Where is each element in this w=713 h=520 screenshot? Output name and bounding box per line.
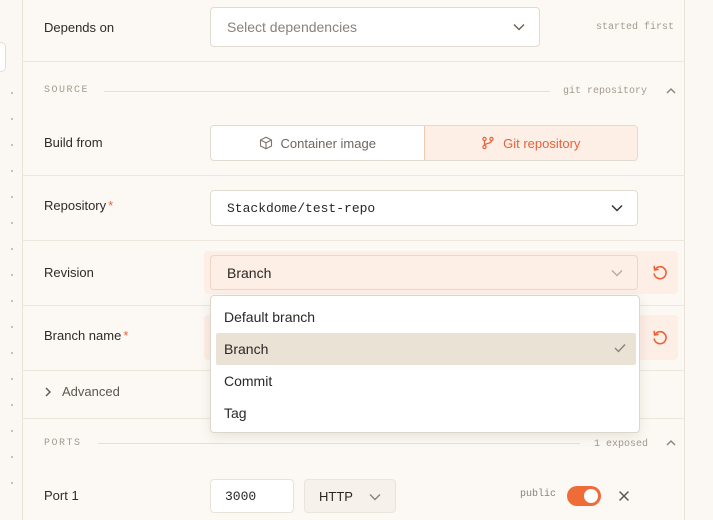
gutter-dot [11, 144, 13, 146]
gutter-dot [11, 378, 13, 380]
repository-value: Stackdome/test-repo [227, 200, 376, 216]
chevron-up-icon[interactable] [665, 85, 677, 97]
ports-section-hint: 1 exposed [594, 439, 649, 450]
gutter-dot [11, 248, 13, 250]
gutter-dot [11, 196, 13, 198]
gutter-dot [11, 352, 13, 354]
gutter-dot [11, 482, 13, 484]
gutter-dot [11, 222, 13, 224]
chevron-down-icon [513, 23, 525, 31]
gutter-dot [11, 170, 13, 172]
dropdown-option-label: Branch [224, 341, 269, 357]
gutter-dot [11, 404, 13, 406]
gutter-dot [11, 274, 13, 276]
revision-select[interactable]: Branch [210, 255, 638, 290]
chevron-right-icon [45, 387, 51, 396]
git-repository-option[interactable]: Git repository [423, 126, 637, 160]
advanced-label: Advanced [62, 384, 120, 399]
source-section-title: SOURCE [44, 85, 90, 96]
reset-icon[interactable] [651, 264, 669, 282]
source-section-hint: git repository [563, 86, 648, 97]
container-image-option[interactable]: Container image [211, 126, 424, 160]
port-1-label: Port 1 [44, 488, 79, 503]
reset-icon[interactable] [651, 329, 669, 347]
build-from-segmented-control: Container image Git repository [210, 125, 638, 161]
required-marker: * [108, 198, 114, 213]
ports-section-title: PORTS [44, 438, 82, 449]
required-marker: * [123, 328, 129, 343]
gutter-dot [11, 118, 13, 120]
branch-name-label: Branch name * [44, 328, 128, 343]
protocol-value: HTTP [319, 488, 353, 504]
protocol-select[interactable]: HTTP [304, 479, 396, 513]
public-label: public [520, 489, 557, 500]
divider [22, 175, 685, 176]
git-branch-icon [482, 136, 494, 150]
gutter-dot [11, 430, 13, 432]
gutter-dot [11, 300, 13, 302]
dropdown-option-commit[interactable]: Commit [216, 365, 636, 397]
gutter-dot [11, 456, 13, 458]
depends-on-hint: started first [596, 22, 675, 33]
dependencies-placeholder: Select dependencies [227, 19, 357, 35]
revision-label: Revision [44, 265, 94, 280]
section-line [98, 443, 580, 444]
advanced-toggle[interactable]: Advanced [44, 384, 120, 399]
box-icon [259, 136, 272, 150]
divider [22, 61, 685, 62]
port-number-value: 3000 [225, 488, 257, 504]
close-icon[interactable] [618, 490, 630, 502]
dropdown-option-branch[interactable]: Branch [216, 333, 636, 365]
section-line [104, 91, 550, 92]
public-toggle[interactable] [567, 486, 601, 506]
left-gutter [0, 0, 22, 520]
dependencies-select[interactable]: Select dependencies [210, 7, 540, 47]
divider [22, 240, 685, 241]
chevron-up-icon[interactable] [665, 437, 677, 449]
repository-label-text: Repository [44, 198, 107, 213]
toggle-knob [584, 489, 598, 503]
gutter-dot [11, 326, 13, 328]
dropdown-option-default-branch[interactable]: Default branch [216, 301, 636, 333]
repository-label: Repository * [44, 198, 113, 213]
repository-select[interactable]: Stackdome/test-repo [210, 190, 638, 226]
checkmark-icon [614, 344, 626, 353]
dropdown-option-tag[interactable]: Tag [216, 397, 636, 429]
port-number-input[interactable]: 3000 [210, 479, 294, 513]
chevron-down-icon [611, 269, 623, 277]
gutter-tab[interactable] [0, 42, 6, 72]
depends-on-label: Depends on [44, 20, 115, 35]
container-image-label: Container image [280, 135, 376, 151]
revision-value: Branch [227, 264, 272, 281]
build-from-label: Build from [44, 135, 103, 150]
revision-dropdown-menu: Default branch Branch Commit Tag [210, 295, 640, 433]
gutter-dot [11, 92, 13, 94]
git-repository-label: Git repository [503, 135, 581, 151]
chevron-down-icon [611, 204, 623, 212]
branch-name-label-text: Branch name [44, 328, 122, 343]
chevron-down-icon [369, 494, 381, 501]
